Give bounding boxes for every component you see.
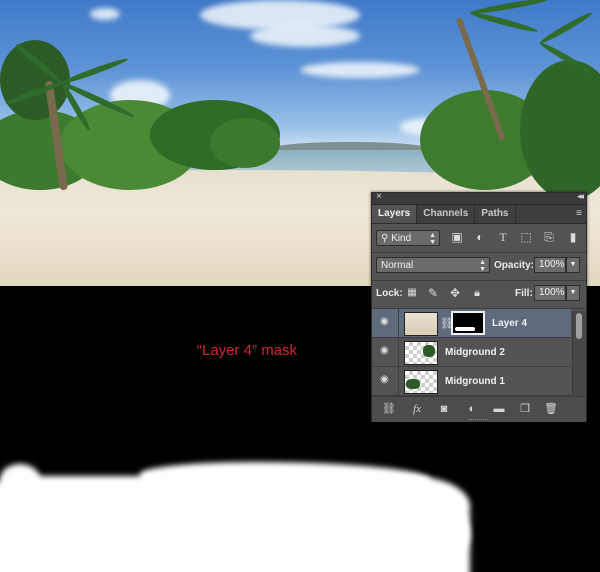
divider — [372, 252, 586, 253]
panel-titlebar[interactable]: × ◂◂ — [372, 191, 586, 205]
panel-tabs: Layers Channels Paths ≡ — [372, 205, 586, 224]
visibility-toggle[interactable]: ◉ — [372, 309, 399, 338]
tab-paths[interactable]: Paths — [475, 205, 516, 223]
layer-thumbnail — [404, 341, 438, 365]
opacity-label: Opacity: — [494, 260, 535, 271]
mask-white-region — [380, 506, 470, 556]
adjustment-layer-icon[interactable]: ◐ — [464, 402, 480, 416]
layer-row-midground-2[interactable]: ◉ Midground 2 — [372, 338, 571, 367]
filter-kind-label: Kind — [391, 233, 412, 244]
lock-position-icon[interactable]: ✥ — [448, 286, 462, 300]
panel-menu-icon[interactable]: ≡ — [576, 208, 582, 219]
layer-mask-thumbnail[interactable] — [451, 311, 485, 335]
layer-name: Midground 2 — [445, 347, 505, 358]
shape-filter-icon[interactable]: ⬚ — [519, 230, 533, 244]
eye-icon: ◉ — [380, 345, 389, 356]
new-group-icon[interactable]: ▬ — [491, 402, 507, 416]
layer-name: Midground 1 — [445, 376, 505, 387]
layers-scrollbar[interactable] — [572, 311, 586, 396]
opacity-dropdown-icon[interactable]: ▼ — [566, 257, 580, 273]
layer-name: Layer 4 — [492, 318, 528, 329]
opacity-input[interactable]: 100% — [534, 257, 566, 273]
blend-mode-select[interactable]: Normal ▲ ▼ — [376, 257, 490, 273]
thumb-foliage — [406, 379, 420, 389]
mask-white-region — [140, 462, 430, 492]
close-icon[interactable]: × — [376, 191, 382, 202]
new-layer-icon[interactable]: ❐ — [517, 402, 533, 416]
palm-frond — [60, 56, 129, 86]
tab-layers[interactable]: Layers — [372, 205, 418, 223]
fx-icon[interactable]: fx — [409, 402, 425, 416]
palm-frond — [538, 10, 594, 46]
add-mask-icon[interactable]: ◙ — [436, 402, 452, 416]
blend-row: Normal ▲ ▼ Opacity: 100% ▼ — [372, 257, 586, 277]
filter-row: ⚲ Kind ▲ ▼ ▣ ◐ T ⬚ ⎘ ▮ — [372, 230, 586, 254]
fill-dropdown-icon[interactable]: ▼ — [566, 285, 580, 301]
fill-label: Fill: — [515, 288, 533, 299]
collapse-icon[interactable]: ◂◂ — [577, 191, 584, 202]
cloud — [90, 8, 120, 20]
lock-all-icon[interactable]: 🔒︎ — [470, 286, 484, 300]
adjustment-filter-icon[interactable]: ◐ — [473, 230, 487, 244]
cloud — [250, 25, 360, 47]
select-arrows-icon: ▲ ▼ — [429, 232, 436, 246]
panel-bottom-toolbar: ⛓ fx ◙ ◐ ▬ ❐ 🗑︎ — [372, 396, 586, 422]
bush — [210, 118, 280, 168]
layer-row-layer-4[interactable]: ◉ ⛓ Layer 4 — [372, 309, 571, 338]
mask-caption: “Layer 4” mask — [197, 342, 298, 359]
visibility-toggle[interactable]: ◉ — [372, 367, 399, 396]
tab-channels[interactable]: Channels — [417, 205, 476, 223]
mask-thumb-white — [455, 327, 475, 331]
filter-toggle-icon[interactable]: ▮ — [568, 230, 578, 244]
search-icon: ⚲ — [381, 233, 389, 244]
lock-transparent-pixels-icon[interactable]: ▦ — [405, 286, 419, 300]
layer-thumbnail — [404, 312, 438, 336]
fill-input[interactable]: 100% — [534, 285, 566, 301]
lock-label: Lock: — [376, 288, 403, 299]
type-filter-icon[interactable]: T — [496, 230, 510, 244]
filter-kind-select[interactable]: ⚲ Kind ▲ ▼ — [376, 230, 440, 246]
link-layers-icon[interactable]: ⛓ — [381, 402, 397, 416]
cloud — [300, 62, 420, 78]
visibility-toggle[interactable]: ◉ — [372, 338, 399, 367]
layers-panel: × ◂◂ Layers Channels Paths ≡ ⚲ Kind ▲ ▼ ▣… — [371, 191, 587, 422]
scrollbar-thumb[interactable] — [576, 313, 582, 339]
layer-row-midground-1[interactable]: ◉ Midground 1 — [372, 367, 571, 396]
lock-row: Lock: ▦ ✎ ✥ 🔒︎ Fill: 100% ▼ — [372, 285, 586, 305]
panel-resize-grip[interactable] — [468, 419, 488, 423]
select-arrows-icon: ▲ ▼ — [479, 259, 486, 273]
thumb-foliage — [423, 345, 435, 357]
smart-object-filter-icon[interactable]: ⎘ — [542, 230, 556, 244]
eye-icon: ◉ — [380, 316, 389, 327]
trash-icon[interactable]: 🗑︎ — [543, 402, 559, 416]
palm-frond — [469, 10, 539, 35]
layer-thumbnail — [404, 370, 438, 394]
eye-icon: ◉ — [380, 374, 389, 385]
lock-image-pixels-icon[interactable]: ✎ — [426, 286, 440, 300]
mask-white-region — [0, 464, 40, 494]
image-filter-icon[interactable]: ▣ — [450, 230, 464, 244]
divider — [372, 280, 586, 281]
blend-mode-value: Normal — [381, 260, 414, 271]
